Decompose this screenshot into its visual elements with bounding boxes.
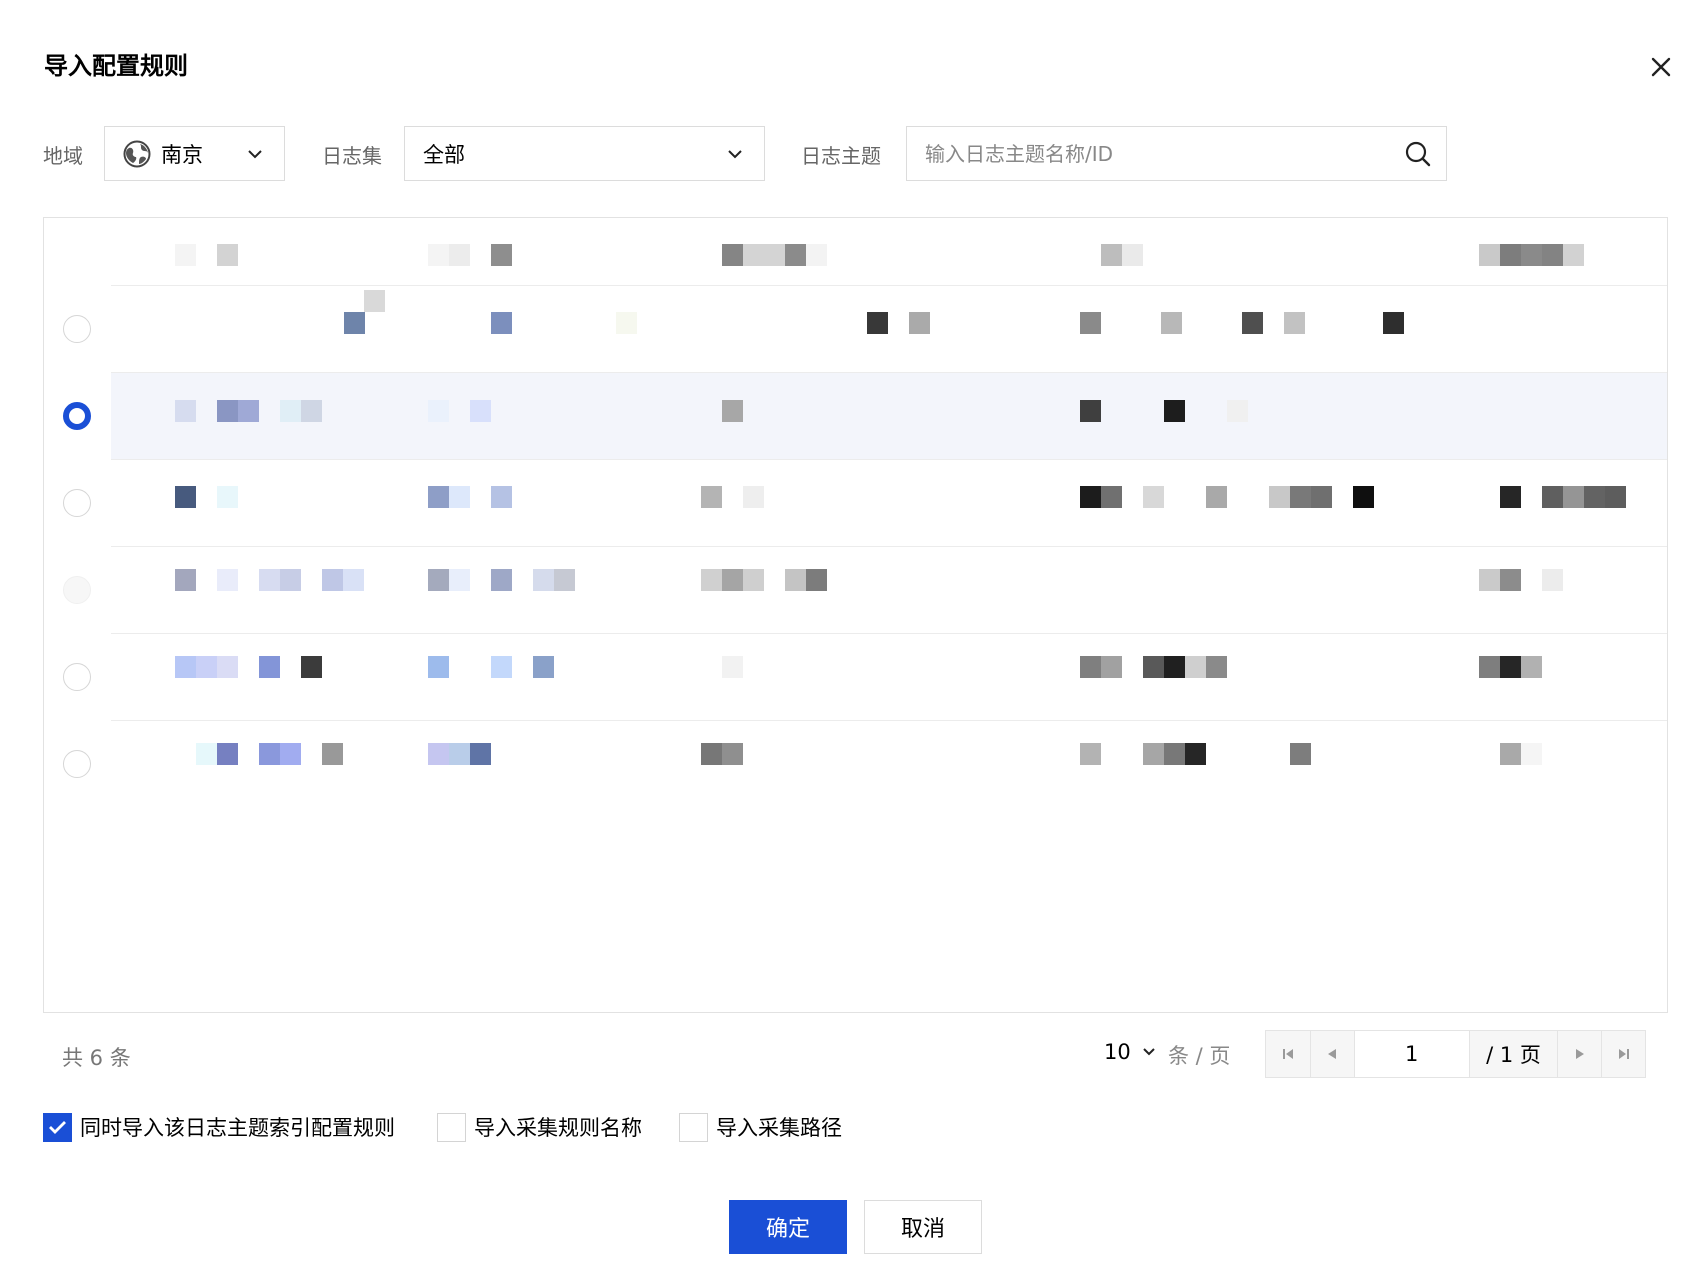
- table-row[interactable]: [44, 634, 1667, 720]
- table-header: [44, 218, 1667, 286]
- checkbox-checked[interactable]: [43, 1112, 72, 1142]
- page-number-input[interactable]: [1353, 1031, 1470, 1077]
- row-radio[interactable]: [63, 489, 91, 517]
- close-icon[interactable]: [1648, 54, 1674, 80]
- row-radio[interactable]: [63, 663, 91, 691]
- chevron-down-icon: [1143, 1048, 1155, 1056]
- logset-value: 全部: [423, 142, 465, 167]
- region-label: 地域: [43, 144, 83, 168]
- dialog-title: 导入配置规则: [44, 52, 188, 80]
- topic-search-input[interactable]: [925, 141, 1365, 166]
- search-icon[interactable]: [1404, 140, 1432, 168]
- checkbox[interactable]: [437, 1112, 466, 1142]
- topic-search: [906, 126, 1447, 181]
- cancel-button[interactable]: 取消: [864, 1200, 982, 1254]
- page-size-select[interactable]: 10: [1104, 1040, 1157, 1064]
- row-radio-selected[interactable]: [63, 402, 91, 430]
- logset-label: 日志集: [322, 144, 382, 168]
- region-value: 南京: [161, 142, 203, 167]
- import-path-label: 导入采集路径: [716, 1116, 842, 1140]
- first-page-button[interactable]: [1266, 1031, 1310, 1077]
- import-path-checkbox[interactable]: 导入采集路径: [679, 1112, 842, 1142]
- table-row[interactable]: [44, 286, 1667, 372]
- table-row[interactable]: [44, 373, 1667, 459]
- import-rule-name-label: 导入采集规则名称: [474, 1116, 642, 1140]
- table-row[interactable]: [44, 721, 1667, 807]
- import-index-checkbox[interactable]: 同时导入该日志主题索引配置规则: [43, 1112, 395, 1142]
- chevron-down-icon: [728, 150, 742, 159]
- checkmark-icon: [49, 1120, 66, 1134]
- confirm-button[interactable]: 确定: [729, 1200, 847, 1254]
- first-page-icon: [1282, 1049, 1293, 1059]
- pager: / 1 页: [1265, 1030, 1646, 1078]
- total-pages: / 1 页: [1469, 1031, 1558, 1077]
- checkbox[interactable]: [679, 1112, 708, 1142]
- prev-page-icon: [1328, 1049, 1337, 1059]
- region-select[interactable]: 南京: [104, 126, 285, 181]
- last-page-button[interactable]: [1601, 1031, 1645, 1077]
- chevron-down-icon: [248, 150, 262, 159]
- globe-icon: [123, 140, 151, 168]
- row-radio[interactable]: [63, 315, 91, 343]
- import-index-label: 同时导入该日志主题索引配置规则: [80, 1116, 395, 1140]
- import-rule-name-checkbox[interactable]: 导入采集规则名称: [437, 1112, 642, 1142]
- table-row[interactable]: [44, 460, 1667, 546]
- next-page-icon: [1575, 1049, 1584, 1059]
- table-row[interactable]: [44, 547, 1667, 633]
- prev-page-button[interactable]: [1309, 1031, 1354, 1077]
- next-page-button[interactable]: [1557, 1031, 1602, 1077]
- logset-select[interactable]: 全部: [404, 126, 765, 181]
- topic-label: 日志主题: [801, 144, 881, 168]
- page-size-value: 10: [1104, 1040, 1131, 1064]
- row-radio[interactable]: [63, 750, 91, 778]
- last-page-icon: [1618, 1049, 1629, 1059]
- page-size-unit: 条 / 页: [1168, 1044, 1231, 1068]
- topic-table: [43, 217, 1668, 1013]
- row-radio[interactable]: [63, 576, 91, 604]
- total-count: 共 6 条: [62, 1046, 131, 1070]
